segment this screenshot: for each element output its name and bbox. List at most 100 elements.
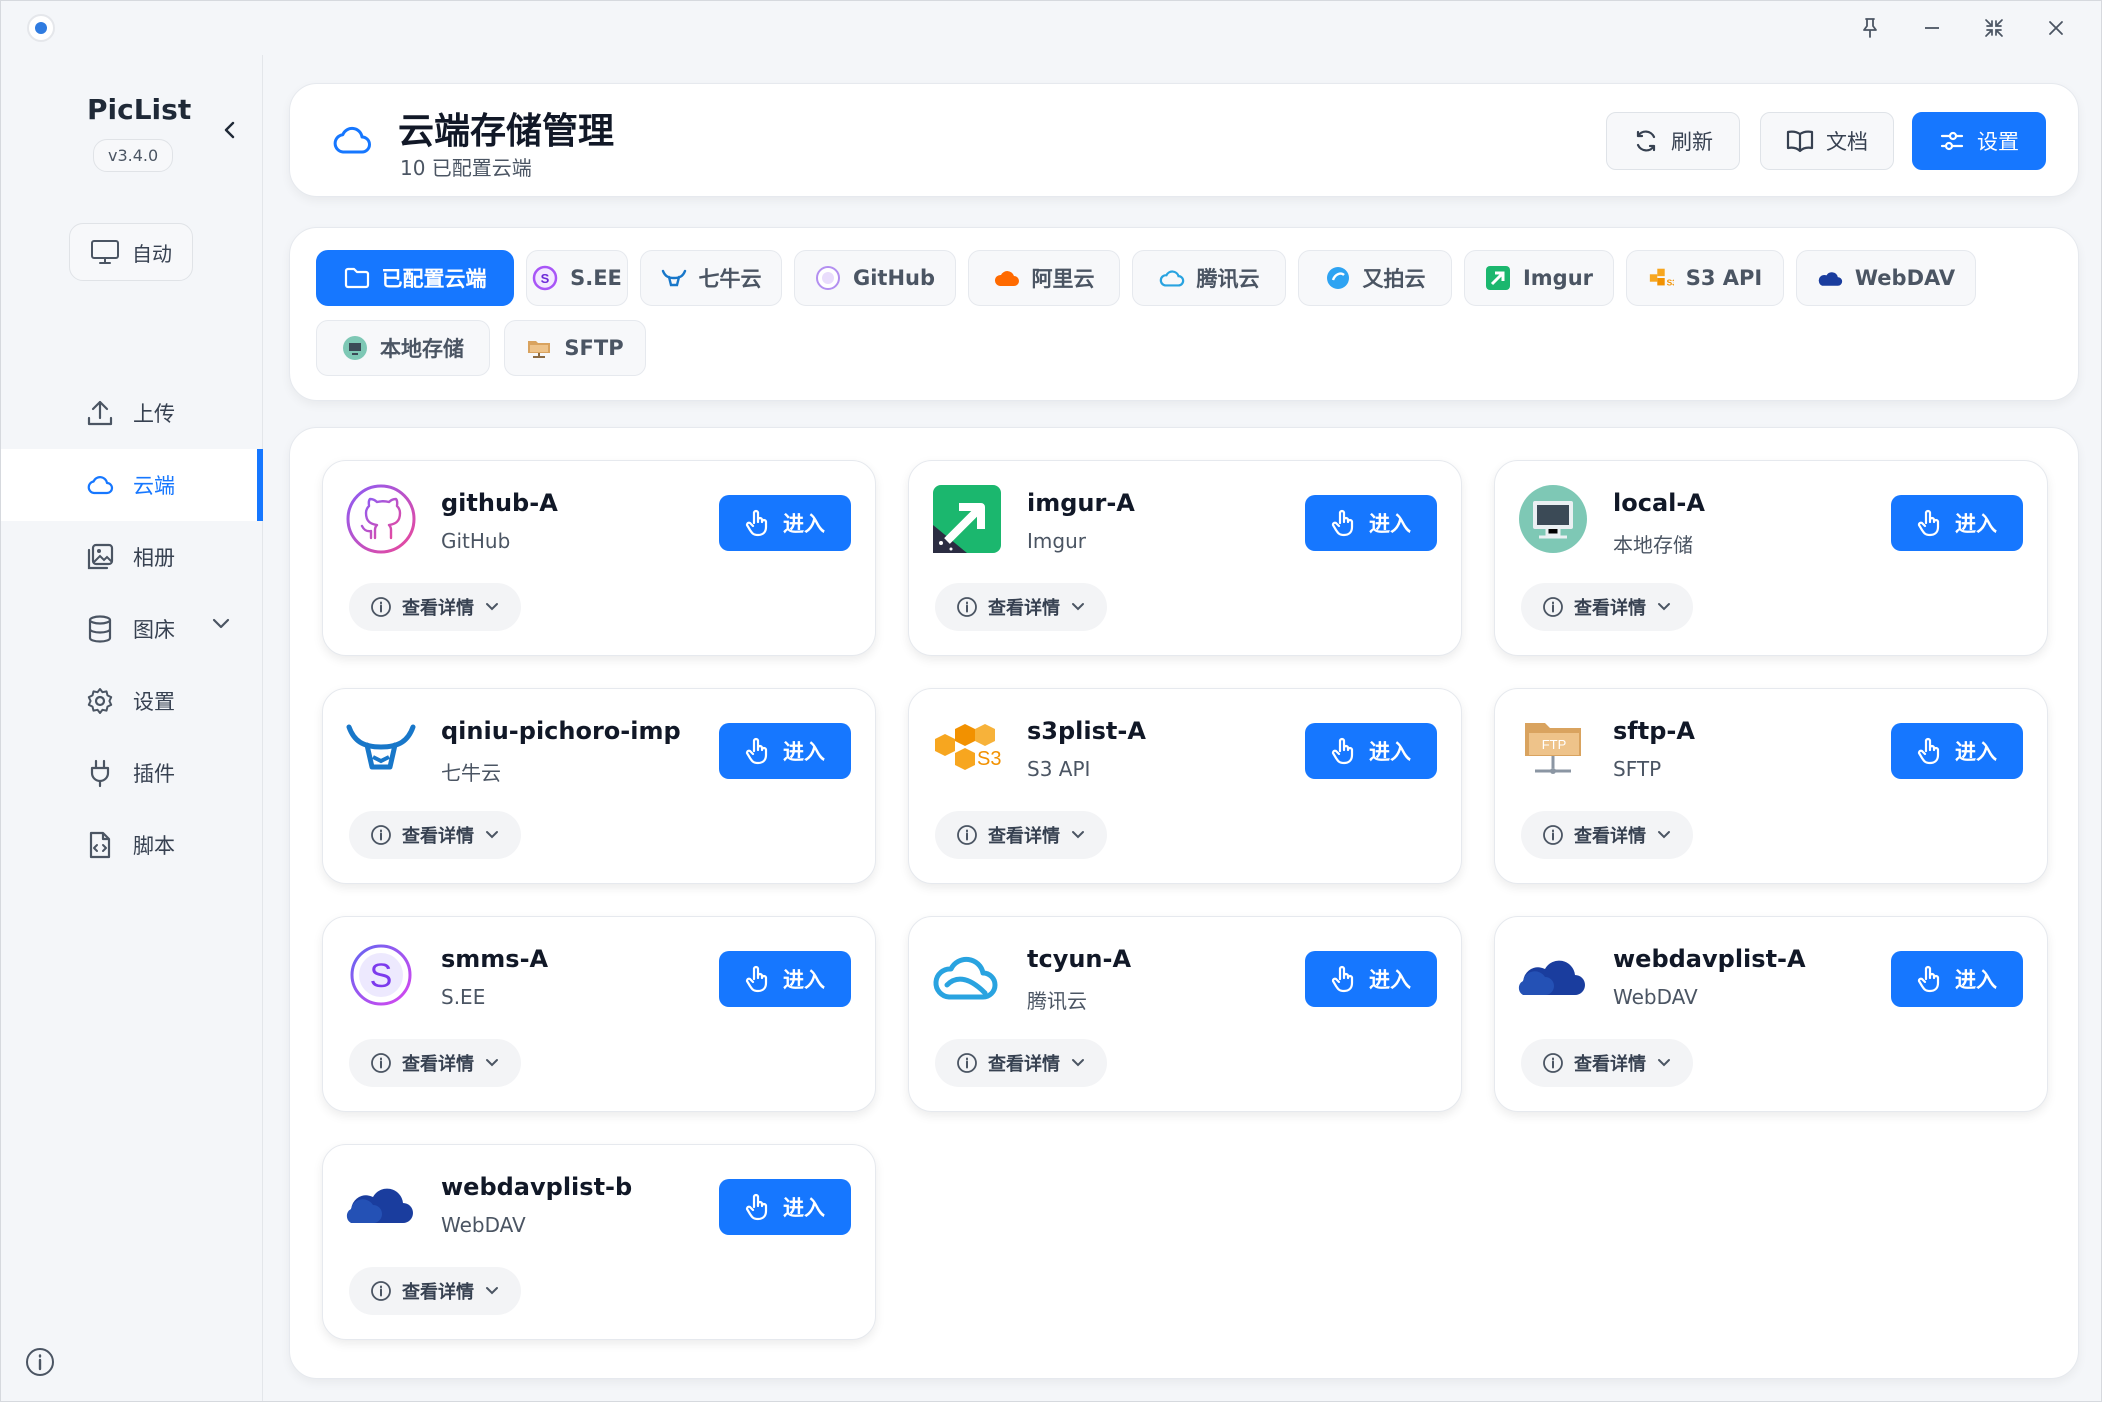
sidebar-item-plugins[interactable]: 插件: [1, 737, 263, 809]
cloud-card-type: SFTP: [1613, 757, 1662, 781]
filter-chip-label: S.EE: [570, 266, 622, 290]
view-details-label: 查看详情: [1574, 1054, 1646, 1075]
window-controls: [1839, 1, 2087, 55]
filter-chip-webdav[interactable]: WebDAV: [1796, 250, 1976, 306]
pointer-hand-icon: [745, 1193, 768, 1221]
filter-chip-upyun[interactable]: 又拍云: [1298, 250, 1452, 306]
enter-button[interactable]: 进入: [1891, 723, 2023, 779]
cloud-card: qiniu-pichoro-imp 七牛云 进入 查看详情: [322, 688, 876, 884]
github-logo: [815, 265, 841, 291]
docs-label: 文档: [1826, 130, 1868, 154]
cloud-card-type: WebDAV: [1613, 985, 1698, 1009]
enter-button[interactable]: 进入: [1305, 723, 1437, 779]
monitor-icon: [91, 240, 119, 264]
filter-chip-qiniu[interactable]: 七牛云: [640, 250, 782, 306]
sidebar-item-picbed[interactable]: 图床: [1, 593, 263, 665]
gear-icon: [87, 688, 113, 714]
view-details-button[interactable]: 查看详情: [1521, 1039, 1693, 1087]
pin-icon[interactable]: [1839, 1, 1901, 55]
view-details-button[interactable]: 查看详情: [349, 1267, 521, 1315]
minimize-icon[interactable]: [1901, 1, 1963, 55]
imgur-logo: [1485, 265, 1511, 291]
filter-chip-configured[interactable]: 已配置云端: [316, 250, 514, 306]
view-details-button[interactable]: 查看详情: [349, 1039, 521, 1087]
view-details-button[interactable]: 查看详情: [935, 583, 1107, 631]
sidebar: PicList v3.4.0 自动 上传 云端 相册 图床 设置 插件 脚本: [1, 55, 263, 1401]
sidebar-item-label: 图床: [133, 618, 175, 642]
info-icon: [371, 597, 391, 617]
sidebar-item-upload[interactable]: 上传: [1, 377, 263, 449]
filter-chip-imgur[interactable]: Imgur: [1464, 250, 1614, 306]
app-name: PicList: [87, 93, 192, 126]
view-details-button[interactable]: 查看详情: [1521, 583, 1693, 631]
sidebar-item-settings[interactable]: 设置: [1, 665, 263, 737]
view-details-button[interactable]: 查看详情: [1521, 811, 1693, 859]
book-icon: [1786, 130, 1814, 153]
cloud-card-name: local-A: [1613, 489, 1705, 517]
sidebar-item-cloud[interactable]: 云端: [1, 449, 263, 521]
enter-label: 进入: [1955, 740, 1997, 764]
filter-chip-github[interactable]: GitHub: [794, 250, 956, 306]
cloud-card-type: S3 API: [1027, 757, 1091, 781]
database-icon: [88, 615, 112, 643]
enter-label: 进入: [1369, 740, 1411, 764]
sidebar-item-scripts[interactable]: 脚本: [1, 809, 263, 881]
view-details-button[interactable]: 查看详情: [935, 811, 1107, 859]
qiniu-logo: [345, 711, 417, 783]
close-icon[interactable]: [2025, 1, 2087, 55]
view-details-label: 查看详情: [402, 1054, 474, 1075]
view-details-label: 查看详情: [1574, 598, 1646, 619]
filter-chip-label: 七牛云: [698, 267, 762, 291]
s3-logo: S3: [1648, 265, 1674, 291]
title-bar: [1, 1, 2101, 55]
folder-icon: [344, 265, 370, 291]
enter-button[interactable]: 进入: [1305, 951, 1437, 1007]
cloud-card-type: Imgur: [1027, 529, 1086, 553]
enter-button[interactable]: 进入: [1305, 495, 1437, 551]
refresh-button[interactable]: 刷新: [1606, 112, 1740, 170]
cloud-card-type: S.EE: [441, 985, 486, 1009]
filter-chip-sftp[interactable]: SFTP: [504, 320, 646, 376]
enter-button[interactable]: 进入: [719, 723, 851, 779]
cloud-card: tcyun-A 腾讯云 进入 查看详情: [908, 916, 1462, 1112]
cloud-card-name: webdavplist-b: [441, 1173, 633, 1201]
filter-chip-aliyun[interactable]: 阿里云: [968, 250, 1120, 306]
info-button[interactable]: [23, 1345, 57, 1379]
enter-button[interactable]: 进入: [719, 951, 851, 1007]
filter-chip-tencent[interactable]: 腾讯云: [1132, 250, 1286, 306]
sftp-logo: [526, 335, 552, 361]
filter-chip-s3[interactable]: S3 S3 API: [1626, 250, 1784, 306]
filter-chip-label: GitHub: [852, 266, 936, 290]
shrink-window-icon[interactable]: [1963, 1, 2025, 55]
chevron-down-icon: [486, 831, 498, 839]
enter-button[interactable]: 进入: [1891, 951, 2023, 1007]
view-details-button[interactable]: 查看详情: [935, 1039, 1107, 1087]
filter-chip-label: 已配置云端: [381, 267, 487, 291]
auto-label: 自动: [132, 241, 172, 266]
filter-chip-smms[interactable]: S S.EE: [526, 250, 628, 306]
collapse-sidebar-button[interactable]: [215, 115, 245, 145]
pointer-hand-icon: [1331, 737, 1354, 765]
docs-button[interactable]: 文档: [1760, 112, 1894, 170]
auto-theme-button[interactable]: 自动: [69, 223, 193, 281]
cloud-card: github-A GitHub 进入 查看详情: [322, 460, 876, 656]
filter-chip-local[interactable]: 本地存储: [316, 320, 490, 376]
script-icon: [89, 831, 111, 859]
cloud-card-name: imgur-A: [1027, 489, 1135, 517]
settings-button[interactable]: 设置: [1912, 112, 2046, 170]
pointer-hand-icon: [745, 509, 768, 537]
view-details-button[interactable]: 查看详情: [349, 583, 521, 631]
info-icon: [1543, 825, 1563, 845]
cloud-card: S smms-A S.EE 进入 查看详情: [322, 916, 876, 1112]
enter-button[interactable]: 进入: [1891, 495, 2023, 551]
chevron-down-icon: [1072, 831, 1084, 839]
cloud-card: S3 s3plist-A S3 API 进入 查看详情: [908, 688, 1462, 884]
enter-button[interactable]: 进入: [719, 495, 851, 551]
chevron-left-icon: [224, 121, 235, 139]
view-details-button[interactable]: 查看详情: [349, 811, 521, 859]
info-icon: [371, 1281, 391, 1301]
settings-label: 设置: [1977, 130, 2019, 154]
sidebar-item-gallery[interactable]: 相册: [1, 521, 263, 593]
enter-button[interactable]: 进入: [719, 1179, 851, 1235]
filter-chip-label: 本地存储: [380, 337, 464, 361]
